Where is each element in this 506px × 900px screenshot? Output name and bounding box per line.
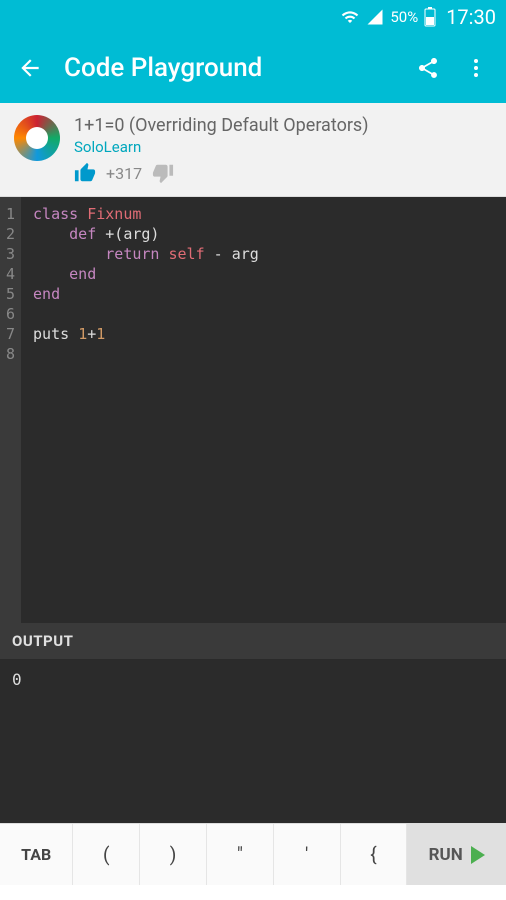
run-button[interactable]: RUN xyxy=(407,824,506,885)
app-bar: Code Playground xyxy=(0,33,506,103)
post-author[interactable]: SoloLearn xyxy=(74,138,492,156)
post-info: 1+1=0 (Overriding Default Operators) Sol… xyxy=(0,103,506,197)
code-editor[interactable]: 12345678 class Fixnum def +(arg) return … xyxy=(0,197,506,623)
battery-percent: 50% xyxy=(390,8,418,26)
post-title: 1+1=0 (Overriding Default Operators) xyxy=(74,115,492,136)
vote-row: +317 xyxy=(74,162,492,184)
vote-count: +317 xyxy=(106,164,142,183)
tab-key[interactable]: TAB xyxy=(0,824,73,885)
run-label: RUN xyxy=(429,845,463,865)
open-paren-key[interactable]: ( xyxy=(73,824,140,885)
code-content[interactable]: class Fixnum def +(arg) return self - ar… xyxy=(21,197,271,623)
more-menu-button[interactable] xyxy=(462,54,490,82)
thumbs-up-icon[interactable] xyxy=(74,162,96,184)
author-avatar[interactable] xyxy=(14,115,60,161)
wifi-icon xyxy=(340,8,360,26)
thumbs-down-icon[interactable] xyxy=(152,162,174,184)
single-quote-key[interactable]: ' xyxy=(274,824,341,885)
double-quote-key[interactable]: " xyxy=(207,824,274,885)
open-brace-key[interactable]: { xyxy=(341,824,408,885)
play-icon xyxy=(471,846,485,864)
battery-icon xyxy=(424,7,436,27)
back-button[interactable] xyxy=(16,54,44,82)
output-header[interactable]: OUTPUT xyxy=(0,623,506,660)
line-gutter: 12345678 xyxy=(0,197,21,623)
keyboard-toolbar: TAB ( ) " ' { RUN xyxy=(0,823,506,885)
output-body: 0 xyxy=(0,660,506,823)
close-paren-key[interactable]: ) xyxy=(140,824,207,885)
page-title: Code Playground xyxy=(64,53,394,83)
share-button[interactable] xyxy=(414,54,442,82)
signal-icon xyxy=(366,8,384,26)
status-bar: 50% 17:30 xyxy=(0,0,506,33)
clock: 17:30 xyxy=(446,5,496,29)
